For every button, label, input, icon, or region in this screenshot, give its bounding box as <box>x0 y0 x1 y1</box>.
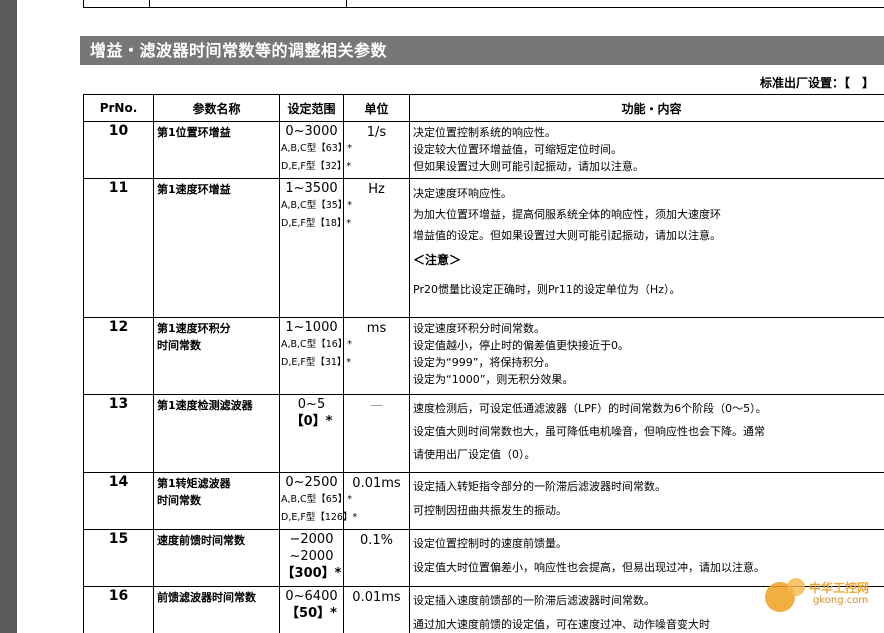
table-header-row: PrNo. 参数名称 设定范围 单位 功能・内容 <box>83 94 884 122</box>
param-name: 第1位置环增益 <box>153 121 280 179</box>
param-range: 0~2500 A,B,C型【65】* D,E,F型【126】* <box>279 472 357 530</box>
table-row: 13 第1速度检测滤波器 0~5 【0】* — 速度检测后，可设定低通滤波器（L… <box>83 394 884 473</box>
param-unit: 0.1% <box>343 529 410 587</box>
param-range: 0~3000 A,B,C型【63】* D,E,F型【32】* <box>279 121 352 179</box>
table-row: 11 第1速度环增益 1~3500 A,B,C型【35】* D,E,F型【18】… <box>83 178 884 318</box>
param-number: 11 <box>83 178 154 318</box>
param-number: 14 <box>83 472 154 530</box>
param-range: 1~1000 A,B,C型【16】* D,E,F型【31】* <box>279 317 352 395</box>
param-range: 1~3500 A,B,C型【35】* D,E,F型【18】* <box>279 178 352 318</box>
param-unit: ms <box>343 317 410 395</box>
table-row: 15 速度前馈时间常数 −2000 ~2000 【300】* 0.1% 设定位置… <box>83 529 884 587</box>
param-function: 设定插入转矩指令部分的一阶滞后滤波器时间常数。 可控制因扭曲共振发生的振动。 <box>409 472 884 530</box>
header-prno: PrNo. <box>83 94 154 122</box>
param-name: 速度前馈时间常数 <box>153 529 280 587</box>
param-range: −2000 ~2000 【300】* <box>279 529 344 587</box>
header-range: 设定范围 <box>279 94 344 122</box>
watermark-url: gkong.com <box>813 595 869 606</box>
table-row: 12 第1速度环积分 时间常数 1~1000 A,B,C型【16】* D,E,F… <box>83 317 884 395</box>
small-gear-icon <box>787 578 805 596</box>
document-page: 增益・滤波器时间常数等的调整相关参数 标准出厂设置：【 】 PrNo. 参数名称… <box>17 0 884 633</box>
table-row: 10 第1位置环增益 0~3000 A,B,C型【63】* D,E,F型【32】… <box>83 121 884 179</box>
param-unit: — <box>343 394 410 473</box>
param-unit: Hz <box>343 178 410 318</box>
param-number: 16 <box>83 586 154 633</box>
param-name: 前馈滤波器时间常数 <box>153 586 280 633</box>
param-function: 决定位置控制系统的响应性。 设定较大位置环增益值，可缩短定位时间。 但如果设置过… <box>409 121 884 179</box>
param-name: 第1速度环增益 <box>153 178 280 318</box>
param-unit: 0.01ms <box>343 586 410 633</box>
param-number: 10 <box>83 121 154 179</box>
note-heading: ＜注意＞ <box>413 253 462 267</box>
param-range: 0~5 【0】* <box>279 394 344 473</box>
param-name: 第1速度检测滤波器 <box>153 394 280 473</box>
param-number: 15 <box>83 529 154 587</box>
table-row: 16 前馈滤波器时间常数 0~6400 【50】* 0.01ms 设定插入速度前… <box>83 586 884 633</box>
table-row: 14 第1转矩滤波器 时间常数 0~2500 A,B,C型【65】* D,E,F… <box>83 472 884 530</box>
param-function: 决定速度环响应性。 为加大位置环增益，提高伺服系统全体的响应性，须加大速度环 增… <box>409 178 884 318</box>
section-title: 增益・滤波器时间常数等的调整相关参数 <box>80 36 884 65</box>
param-function: 设定速度环积分时间常数。 设定值越小，停止时的偏差值更快接近于0。 设定为“99… <box>409 317 884 395</box>
param-number: 13 <box>83 394 154 473</box>
previous-table-end <box>83 0 884 8</box>
param-unit: 1/s <box>343 121 410 179</box>
param-range: 0~6400 【50】* <box>279 586 344 633</box>
site-watermark: 中华工控网 gkong.com <box>765 578 884 612</box>
header-param-name: 参数名称 <box>153 94 280 122</box>
header-unit: 单位 <box>343 94 410 122</box>
default-setting-note: 标准出厂设置：【 】 <box>759 76 874 90</box>
param-function: 速度检测后，可设定低通滤波器（LPF）的时间常数为6个阶段（0～5）。 设定值大… <box>409 394 884 473</box>
param-name: 第1速度环积分 时间常数 <box>153 317 280 395</box>
parameter-table: PrNo. 参数名称 设定范围 单位 功能・内容 10 第1位置环增益 0~30… <box>83 94 884 633</box>
header-function: 功能・内容 <box>409 94 884 122</box>
note-text: Pr20惯量比设定正确时，则Pr11的设定单位为（Hz）。 <box>413 283 681 296</box>
param-name: 第1转矩滤波器 时间常数 <box>153 472 280 530</box>
param-number: 12 <box>83 317 154 395</box>
watermark-title: 中华工控网 <box>809 581 870 595</box>
